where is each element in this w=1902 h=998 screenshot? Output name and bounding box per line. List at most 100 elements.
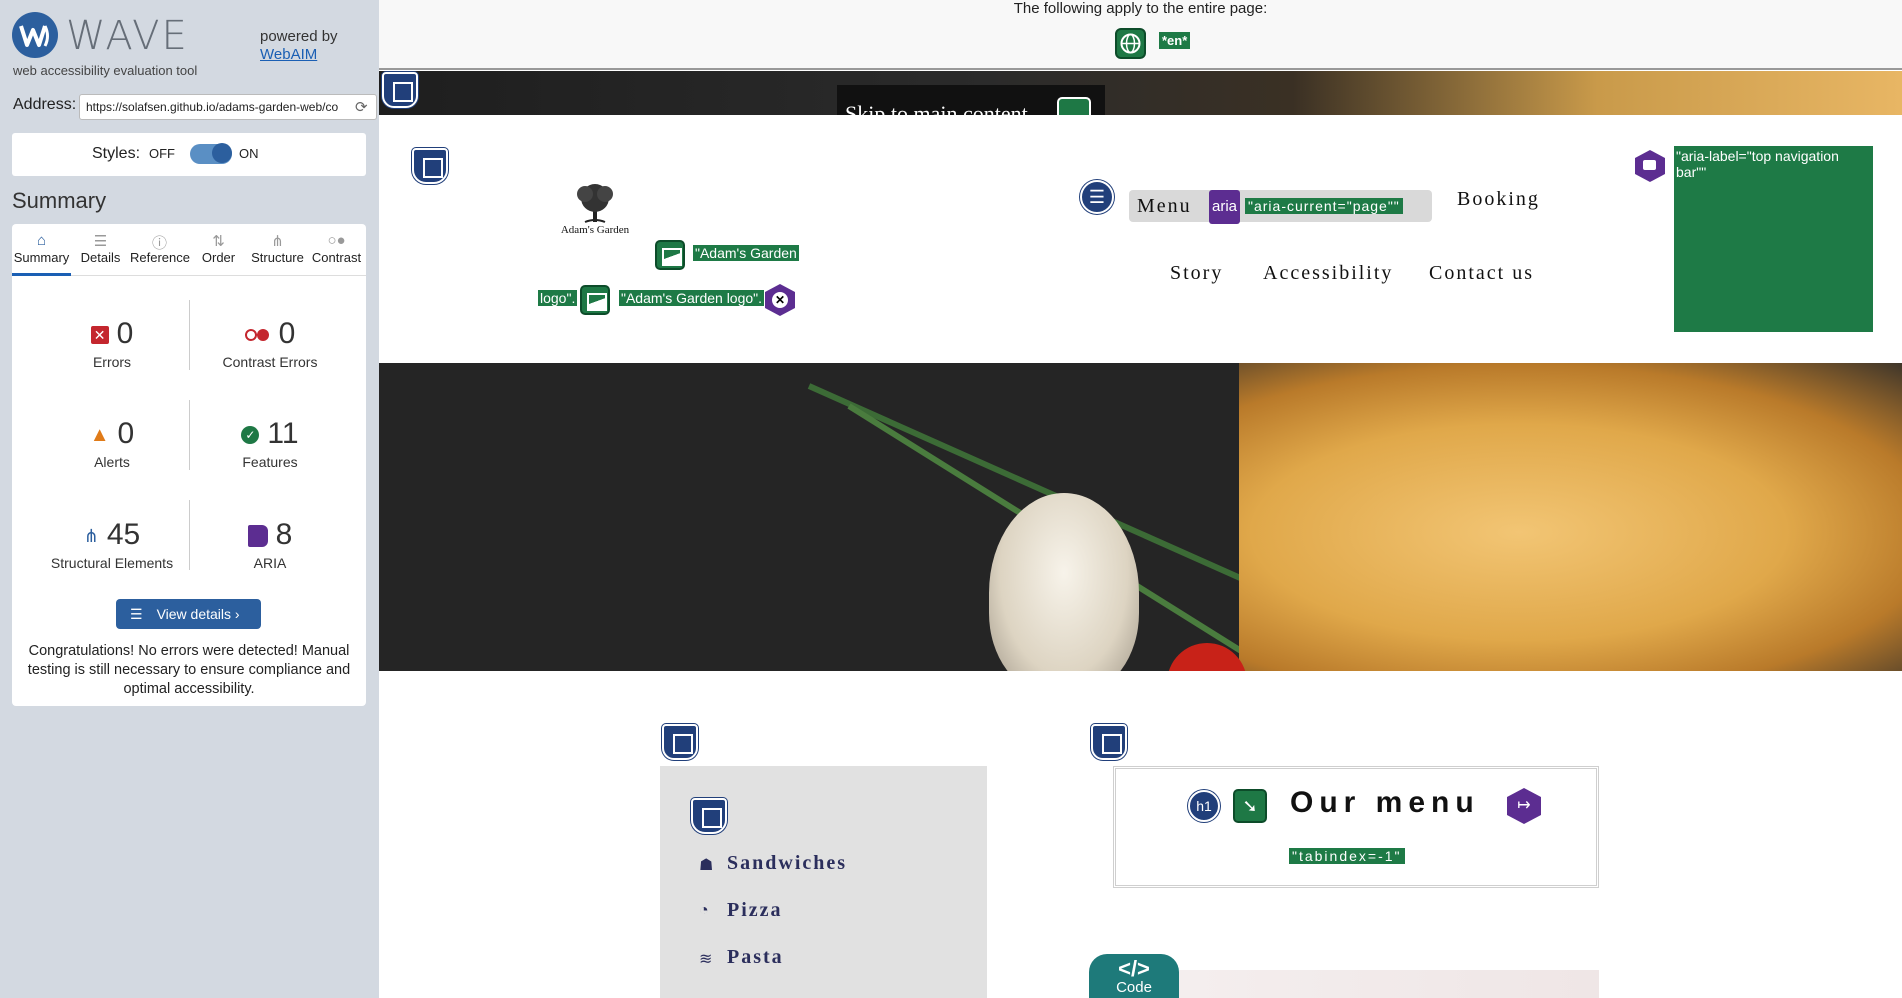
- styles-toggle-knob[interactable]: [212, 143, 232, 163]
- close-icon: ✕: [772, 292, 788, 308]
- tab-label: Summary: [13, 250, 70, 265]
- summary-card: ⌂ Summary ☰ Details ⓘ Reference ⇅ Order …: [12, 224, 366, 706]
- list-icon: ☰: [93, 233, 108, 250]
- menu-photo: [1179, 970, 1599, 998]
- skip-link-icon[interactable]: [1057, 97, 1091, 115]
- tab-structure[interactable]: ⋔ Structure: [248, 224, 307, 276]
- hero-food-image: [379, 363, 1902, 671]
- stat-alerts[interactable]: ▲ 0 Alerts: [32, 414, 192, 470]
- aside-region-icon[interactable]: [662, 724, 698, 760]
- contrast-errors-count: 0: [278, 317, 296, 350]
- nav-link-menu[interactable]: Menu: [1137, 195, 1192, 218]
- styles-on-label: ON: [239, 146, 259, 161]
- contrast-errors-label: Contrast Errors: [222, 354, 318, 370]
- aria-count: 8: [275, 518, 293, 551]
- side-menu-item-sandwiches[interactable]: Sandwiches: [727, 852, 847, 875]
- stat-errors[interactable]: ✕ 0 Errors: [32, 314, 192, 370]
- contrast-error-icon: [244, 328, 271, 342]
- h1-heading-icon[interactable]: h1: [1188, 790, 1220, 822]
- language-globe-icon[interactable]: [1115, 28, 1146, 59]
- stat-aria[interactable]: 8 ARIA: [190, 515, 350, 571]
- structural-label: Structural Elements: [50, 555, 174, 571]
- nav-link-accessibility[interactable]: Accessibility: [1263, 262, 1393, 285]
- list-icon: ☰: [130, 606, 143, 622]
- feature-icon: ✓: [241, 426, 260, 445]
- header-region-icon[interactable]: [382, 72, 418, 108]
- styles-toggle-panel: Styles: OFF ON: [12, 133, 366, 176]
- stat-features[interactable]: ✓ 11 Features: [190, 414, 350, 470]
- address-row: Address: https://solafsen.github.io/adam…: [13, 94, 377, 120]
- pasta-shape: [1239, 363, 1902, 671]
- divider: [189, 300, 190, 370]
- view-details-label: View details ›: [156, 606, 240, 622]
- nav-link-booking[interactable]: Booking: [1457, 188, 1540, 211]
- info-icon: ⓘ: [151, 235, 167, 252]
- pizza-icon: ◔: [699, 902, 709, 919]
- header-background-image: [379, 71, 1902, 115]
- banner-text: The following apply to the entire page:: [1013, 0, 1268, 17]
- webaim-link[interactable]: WebAIM: [260, 46, 338, 64]
- errors-label: Errors: [92, 354, 132, 370]
- language-tag: *en*: [1159, 32, 1191, 49]
- stat-contrast-errors[interactable]: 0 Contrast Errors: [190, 314, 350, 370]
- powered-by-text: powered by: [260, 28, 338, 45]
- aria-icon[interactable]: aria: [1209, 190, 1240, 224]
- tab-label: Details: [80, 250, 121, 265]
- sandwich-icon: ☗: [699, 857, 714, 874]
- pasta-icon: ≋: [699, 951, 713, 968]
- wave-tabs: ⌂ Summary ☰ Details ⓘ Reference ⇅ Order …: [12, 224, 366, 276]
- tab-order[interactable]: ⇅ Order: [189, 224, 248, 276]
- address-input[interactable]: https://solafsen.github.io/adams-garden-…: [79, 94, 377, 120]
- nav-link-story[interactable]: Story: [1170, 262, 1223, 285]
- tab-label: Structure: [251, 250, 304, 265]
- tab-contrast[interactable]: ○● Contrast: [307, 224, 366, 276]
- structural-count: 45: [106, 518, 141, 551]
- tab-label: Order: [201, 250, 236, 265]
- alt-text-icon[interactable]: [655, 240, 685, 270]
- order-icon: ⇅: [212, 233, 225, 250]
- tab-summary[interactable]: ⌂ Summary: [12, 224, 71, 276]
- side-nav-region-icon[interactable]: [691, 798, 727, 834]
- tab-reference[interactable]: ⓘ Reference: [130, 224, 190, 276]
- alt-text-label: "Adam's Garden logo".: [619, 290, 765, 306]
- structure-icon: ⋔: [83, 526, 99, 547]
- code-icon: </>: [1118, 956, 1150, 981]
- stat-structural[interactable]: ⋔ 45 Structural Elements: [32, 515, 192, 571]
- wave-sidebar: WAVE web accessibility evaluation tool p…: [0, 0, 379, 998]
- error-icon: ✕: [90, 326, 109, 345]
- nav-link-contact[interactable]: Contact us: [1429, 262, 1534, 285]
- tabindex-tag: "tabindex=-1": [1289, 848, 1405, 864]
- summary-heading: Summary: [12, 188, 107, 213]
- address-label: Address:: [13, 96, 77, 113]
- navigation-region-icon[interactable]: [412, 148, 448, 184]
- side-menu-item-pasta[interactable]: Pasta: [727, 946, 784, 969]
- wave-logo-icon: [12, 12, 58, 58]
- refresh-icon[interactable]: ⟳: [355, 98, 368, 116]
- skip-target-icon[interactable]: ➘: [1233, 789, 1267, 823]
- aria-label-annotation: "aria-label="top navigation bar"": [1674, 146, 1873, 332]
- main-region-icon[interactable]: [1091, 724, 1127, 760]
- list-icon[interactable]: ☰: [1080, 180, 1114, 214]
- aria-label: ARIA: [253, 555, 287, 571]
- errors-count: 0: [116, 317, 134, 350]
- features-label: Features: [242, 454, 298, 470]
- styles-label: Styles:: [92, 145, 141, 162]
- side-menu-item-pizza[interactable]: Pizza: [727, 899, 783, 922]
- code-button[interactable]: </> Code: [1089, 954, 1179, 998]
- wave-title: WAVE: [66, 13, 189, 59]
- aria-icon: [247, 525, 268, 548]
- view-details-button[interactable]: ☰ View details ›: [116, 599, 261, 629]
- logo-caption: Adam's Garden: [560, 224, 630, 236]
- tab-details[interactable]: ☰ Details: [71, 224, 130, 276]
- wave-subtitle: web accessibility evaluation tool: [13, 63, 198, 78]
- contrast-icon: ○●: [327, 232, 346, 249]
- evaluated-page: The following apply to the entire page: …: [379, 0, 1902, 998]
- alt-text-icon[interactable]: [580, 285, 610, 315]
- tab-label: Contrast: [311, 250, 362, 265]
- structure-icon: ⋔: [271, 233, 284, 250]
- divider: [189, 400, 190, 470]
- alert-icon: ▲: [89, 424, 110, 447]
- styles-off-label: OFF: [149, 146, 175, 161]
- features-count: 11: [267, 417, 299, 450]
- alt-text-label: "Adam's Garden: [693, 245, 799, 261]
